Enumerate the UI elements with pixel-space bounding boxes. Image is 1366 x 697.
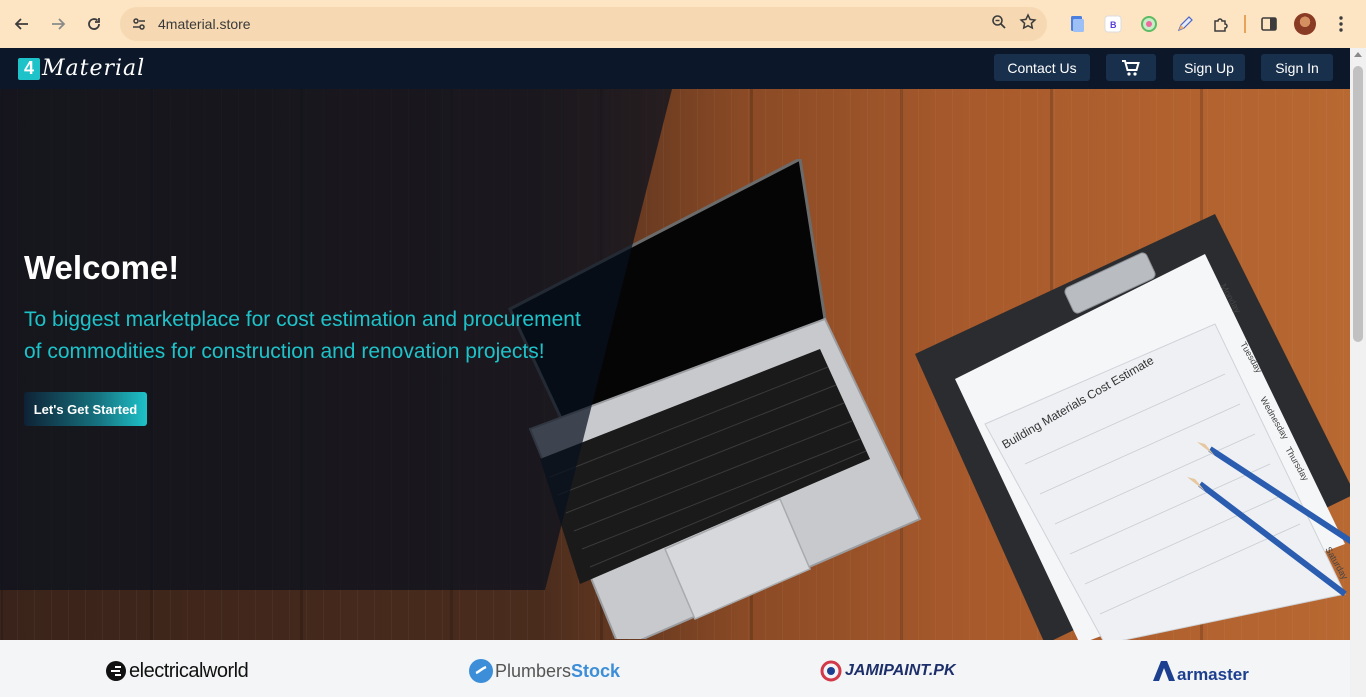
back-icon[interactable]: [4, 6, 40, 42]
brand-name: electricalworld: [129, 659, 249, 682]
brand-plumbersstock[interactable]: Plumbers Stock: [468, 656, 620, 686]
browser-toolbar: 4material.store B: [0, 0, 1366, 48]
more-menu-icon[interactable]: [1328, 11, 1354, 37]
jamipaint-logo-icon: [820, 660, 842, 682]
hero-title: Welcome!: [24, 249, 180, 286]
sign-in-button[interactable]: Sign In: [1261, 54, 1333, 81]
brand-logos-strip: electricalworld Plumbers Stock JAMIPAINT…: [0, 640, 1350, 697]
side-panel-icon[interactable]: [1256, 11, 1282, 37]
brand-name-part1: Plumbers: [495, 660, 572, 681]
cart-button[interactable]: [1106, 54, 1156, 81]
hero-section: Building Materials Cost Estimate Monday …: [0, 89, 1350, 640]
cart-icon: [1122, 59, 1140, 76]
site-settings-icon[interactable]: [122, 7, 156, 41]
brand-name: armaster: [1177, 665, 1249, 684]
armaster-logo-icon: [1153, 661, 1175, 681]
extension-b-icon[interactable]: B: [1100, 11, 1126, 37]
extension-pen-icon[interactable]: [1172, 11, 1198, 37]
profile-avatar[interactable]: [1292, 11, 1318, 37]
electricalworld-logo-icon: [106, 661, 126, 681]
brand-electricalworld[interactable]: electricalworld: [105, 656, 249, 686]
hero-tagline: To biggest marketplace for cost estimati…: [24, 308, 581, 363]
svg-text:B: B: [1110, 20, 1117, 30]
url-text[interactable]: 4material.store: [158, 16, 251, 32]
get-started-button[interactable]: Let's Get Started: [24, 392, 147, 426]
reload-icon[interactable]: [76, 6, 112, 42]
forward-icon[interactable]: [40, 6, 76, 42]
scroll-up-arrow-icon[interactable]: [1354, 52, 1362, 57]
brand-name: JAMIPAINT.PK: [845, 662, 956, 679]
logo-wordmark: Material: [42, 56, 146, 81]
extension-circle-icon[interactable]: [1136, 11, 1162, 37]
brand-armaster[interactable]: armaster: [1151, 656, 1249, 686]
page-scrollbar[interactable]: [1350, 48, 1366, 697]
site-logo[interactable]: 4 Material: [18, 56, 145, 81]
puzzle-icon[interactable]: [1208, 11, 1234, 37]
brand-jamipaint[interactable]: JAMIPAINT.PK: [820, 656, 956, 686]
brand-name-part2: Stock: [571, 660, 621, 681]
bookmark-star-icon[interactable]: [1019, 12, 1037, 36]
zoom-icon[interactable]: [991, 14, 1007, 35]
contact-us-button[interactable]: Contact Us: [994, 54, 1090, 81]
plumbersstock-logo-icon: [469, 659, 493, 683]
logo-mark: 4: [18, 57, 40, 80]
scrollbar-thumb[interactable]: [1353, 66, 1363, 342]
site-header: 4 Material Contact Us Sign Up Sign In: [0, 48, 1350, 89]
extension-docs-icon[interactable]: [1064, 11, 1090, 37]
sign-up-button[interactable]: Sign Up: [1173, 54, 1245, 81]
toolbar-divider: [1244, 15, 1246, 33]
address-bar[interactable]: 4material.store: [120, 7, 1047, 41]
